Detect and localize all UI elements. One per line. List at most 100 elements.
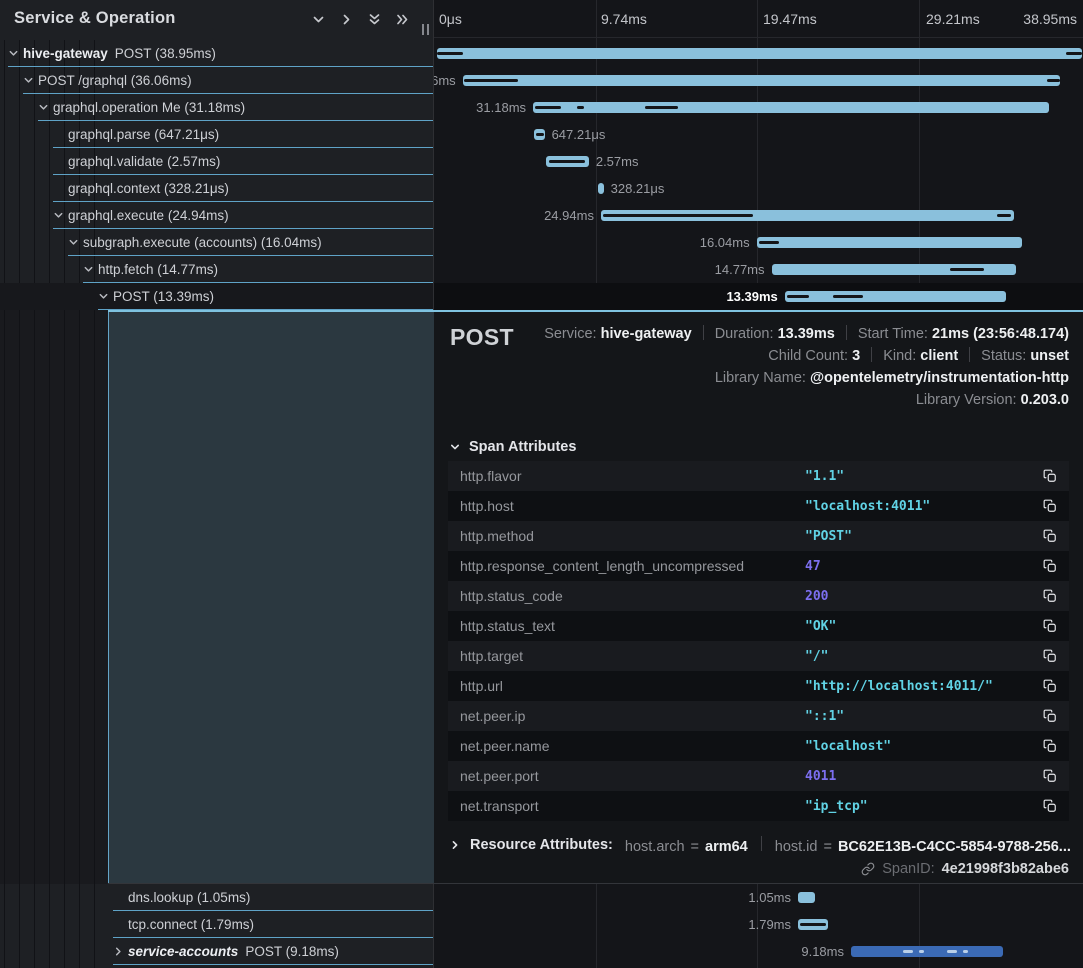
copy-icon <box>1043 499 1057 513</box>
tree-row[interactable]: graphql.parse (647.21μs) <box>0 121 434 148</box>
chevron-down-icon[interactable] <box>8 48 19 59</box>
meta-value: hive-gateway <box>601 326 692 342</box>
copy-value-button[interactable] <box>1043 589 1057 603</box>
timeline-row[interactable]: 38.95ms <box>434 40 1083 67</box>
attribute-row: http.response_content_length_uncompresse… <box>448 551 1069 581</box>
tree-row[interactable]: subgraph.execute (accounts) (16.04ms) <box>0 229 434 256</box>
span-bar[interactable] <box>798 919 828 930</box>
copy-value-button[interactable] <box>1043 769 1057 783</box>
span-bar[interactable] <box>785 291 1007 302</box>
chevrons-down-icon[interactable] <box>367 12 382 27</box>
copy-value-button[interactable] <box>1043 469 1057 483</box>
chevron-down-icon[interactable] <box>98 291 109 302</box>
chevron-right-icon[interactable] <box>339 12 354 27</box>
panel-divider[interactable] <box>433 884 434 968</box>
tree-row[interactable]: POST (13.39ms) <box>0 283 434 310</box>
copy-value-button[interactable] <box>1043 559 1057 573</box>
tree-row[interactable]: hive-gatewayPOST (38.95ms) <box>0 40 434 67</box>
chevron-down-icon[interactable] <box>23 75 34 86</box>
span-bar[interactable] <box>757 237 1023 248</box>
timeline-row[interactable]: 2.57ms <box>434 148 1083 175</box>
copy-value-button[interactable] <box>1043 649 1057 663</box>
timeline-row[interactable]: 14.77ms <box>434 256 1083 283</box>
attribute-key: http.status_code <box>460 588 805 604</box>
copy-value-button[interactable] <box>1043 799 1057 813</box>
chevron-down-icon[interactable] <box>53 210 64 221</box>
timeline-row[interactable]: 16.04ms <box>434 229 1083 256</box>
divider <box>871 347 872 362</box>
service-name: hive-gateway <box>23 46 108 61</box>
timeline-row[interactable]: 13.39ms <box>434 283 1083 310</box>
meta-value: 13.39ms <box>778 326 835 342</box>
attribute-key: http.target <box>460 648 805 664</box>
attribute-key: http.flavor <box>460 468 805 484</box>
timeline-row[interactable]: 36.06ms <box>434 67 1083 94</box>
timeline-row[interactable]: 1.79ms <box>434 911 1083 938</box>
chevron-down-icon[interactable] <box>83 264 94 275</box>
span-bar[interactable] <box>601 210 1014 221</box>
copy-value-button[interactable] <box>1043 499 1057 513</box>
selected-span-block <box>108 312 434 883</box>
copy-value-button[interactable] <box>1043 529 1057 543</box>
chevron-right-icon[interactable] <box>113 946 124 957</box>
copy-value-button[interactable] <box>1043 709 1057 723</box>
timeline-row[interactable]: 24.94ms <box>434 202 1083 229</box>
span-bar[interactable] <box>772 264 1017 275</box>
tree-row[interactable]: graphql.validate (2.57ms) <box>0 148 434 175</box>
tick-label: 38.95ms <box>1023 11 1077 27</box>
link-icon[interactable] <box>861 862 875 876</box>
span-bar[interactable] <box>534 129 545 140</box>
tree-row[interactable]: tcp.connect (1.79ms) <box>0 911 434 938</box>
attribute-value: "ip_tcp" <box>805 799 1043 814</box>
span-bar[interactable] <box>463 75 1060 86</box>
span-label: hive-gatewayPOST (38.95ms) <box>23 40 216 67</box>
chevron-right-icon <box>449 839 461 851</box>
span-bar[interactable] <box>851 946 1003 957</box>
timeline-row[interactable]: 9.18ms <box>434 938 1083 965</box>
resource-value: arm64 <box>705 839 748 855</box>
tree-row[interactable]: service-accountsPOST (9.18ms) <box>0 938 434 965</box>
attribute-row: net.peer.port4011 <box>448 761 1069 791</box>
attribute-key: http.method <box>460 528 805 544</box>
span-bar[interactable] <box>798 892 815 903</box>
timeline-row[interactable]: 328.21μs <box>434 175 1083 202</box>
span-meta: Service: hive-gatewayDuration: 13.39msSt… <box>544 323 1069 411</box>
chevron-down-icon[interactable] <box>68 237 79 248</box>
chevron-down-icon[interactable] <box>311 12 326 27</box>
tree-row[interactable]: POST /graphql (36.06ms) <box>0 67 434 94</box>
span-attributes-header[interactable]: Span Attributes <box>449 439 576 455</box>
meta-value: @opentelemetry/instrumentation-http <box>810 370 1069 386</box>
duration-label: 24.94ms <box>544 202 594 229</box>
duration-label: 9.18ms <box>801 938 844 965</box>
copy-value-button[interactable] <box>1043 679 1057 693</box>
attribute-value: "localhost" <box>805 739 1043 754</box>
copy-icon <box>1043 739 1057 753</box>
span-bar[interactable] <box>437 48 1082 59</box>
span-bar[interactable] <box>533 102 1049 113</box>
timeline-row[interactable]: 31.18ms <box>434 94 1083 121</box>
tree-row[interactable]: http.fetch (14.77ms) <box>0 256 434 283</box>
span-bar[interactable] <box>598 183 604 194</box>
panel-resize-handle[interactable] <box>422 24 429 35</box>
meta-label: Service: <box>544 326 600 342</box>
chevrons-right-icon[interactable] <box>395 12 410 27</box>
meta-value: unset <box>1030 348 1069 364</box>
span-label: dns.lookup (1.05ms) <box>128 884 250 911</box>
span-bar[interactable] <box>546 156 589 167</box>
span-label: graphql.parse (647.21μs) <box>68 121 219 148</box>
divider <box>761 836 762 851</box>
span-detail-panel: POST Service: hive-gatewayDuration: 13.3… <box>108 310 1083 884</box>
tree-row[interactable]: dns.lookup (1.05ms) <box>0 884 434 911</box>
chevron-down-icon[interactable] <box>38 102 49 113</box>
attribute-value: "localhost:4011" <box>805 499 1043 514</box>
resource-attributes-header[interactable]: Resource Attributes: host.arch=arm64host… <box>449 834 1071 856</box>
copy-value-button[interactable] <box>1043 619 1057 633</box>
tree-row[interactable]: graphql.context (328.21μs) <box>0 175 434 202</box>
timeline-row[interactable]: 1.05ms <box>434 884 1083 911</box>
tree-row[interactable]: graphql.execute (24.94ms) <box>0 202 434 229</box>
copy-value-button[interactable] <box>1043 739 1057 753</box>
tree-row[interactable]: graphql.operation Me (31.18ms) <box>0 94 434 121</box>
span-label: graphql.context (328.21μs) <box>68 175 229 202</box>
timeline-row[interactable]: 647.21μs <box>434 121 1083 148</box>
panel-divider[interactable] <box>433 0 434 310</box>
